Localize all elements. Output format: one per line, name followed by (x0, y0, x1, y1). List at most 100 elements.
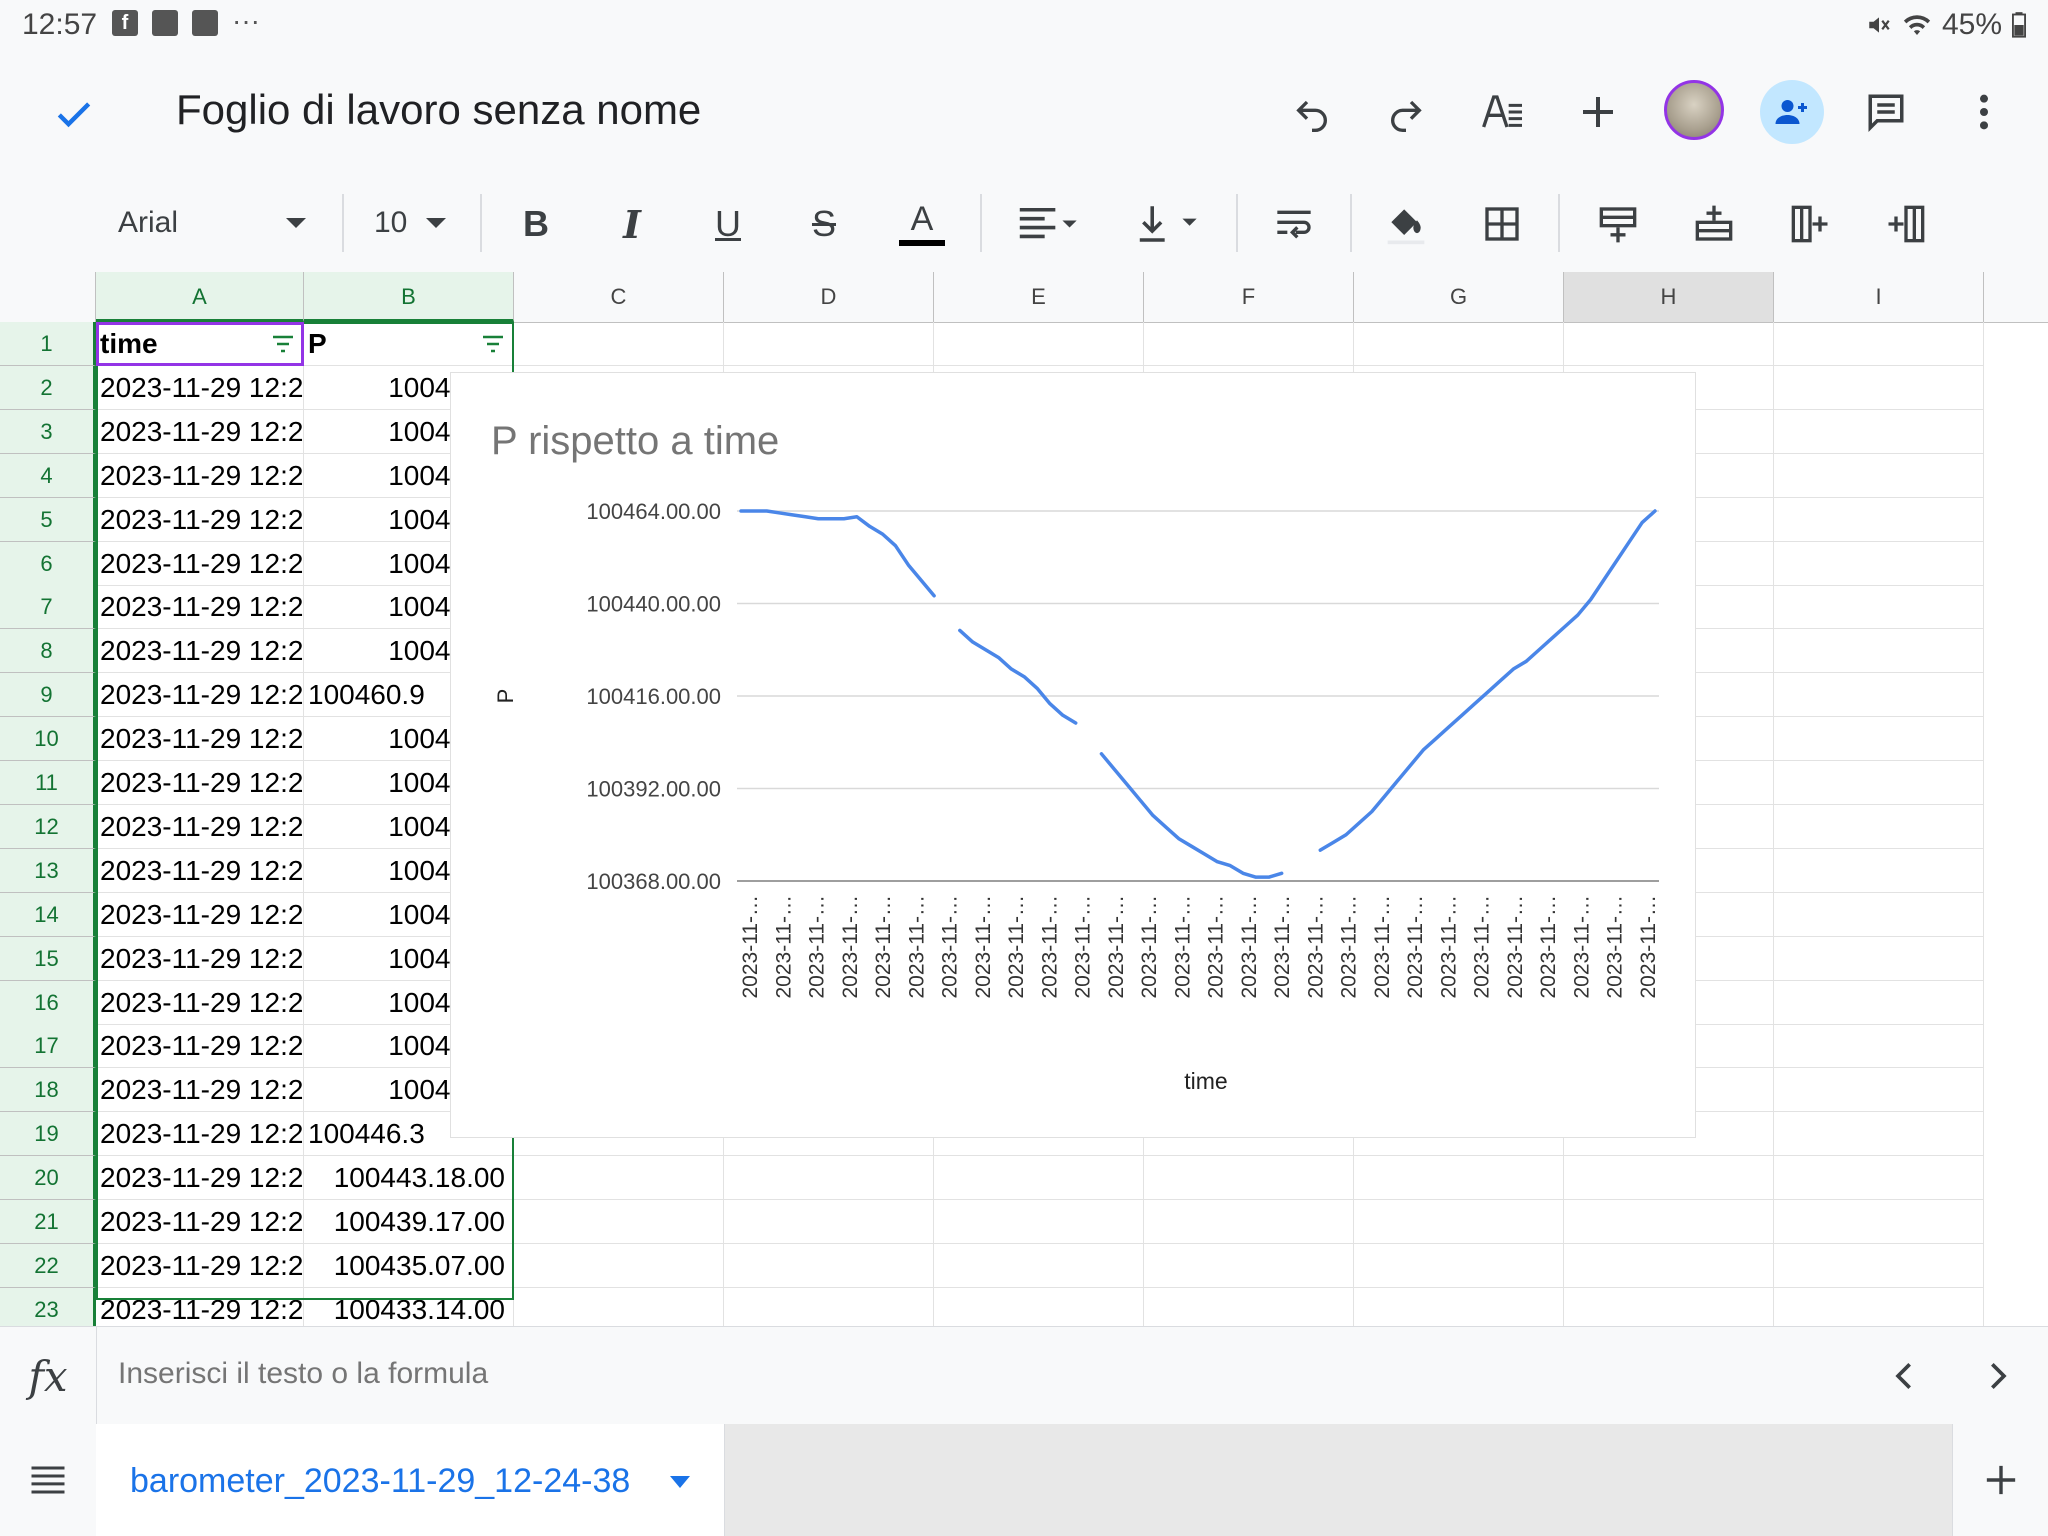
cell-time[interactable]: 2023-11-29 12:24 (96, 1287, 304, 1326)
row-header[interactable]: 8 (0, 629, 96, 674)
empty-cell[interactable] (1144, 322, 1354, 366)
empty-cell[interactable] (1774, 1024, 1984, 1069)
column-header-d[interactable]: D (724, 272, 934, 322)
vertical-align-button[interactable] (1130, 194, 1210, 254)
row-header[interactable]: 18 (0, 1068, 96, 1113)
row-header[interactable]: 3 (0, 409, 96, 454)
empty-cell[interactable] (1774, 1287, 1984, 1326)
header-cell-p[interactable]: P (304, 322, 514, 366)
insert-button[interactable] (1568, 82, 1628, 142)
strikethrough-button[interactable]: S (794, 194, 854, 254)
horizontal-align-button[interactable] (1010, 194, 1090, 254)
column-header-e[interactable]: E (934, 272, 1144, 322)
empty-cell[interactable] (1774, 936, 1984, 981)
row-header[interactable]: 22 (0, 1243, 96, 1288)
empty-cell[interactable] (1354, 1156, 1564, 1201)
empty-cell[interactable] (1774, 629, 1984, 674)
row-header[interactable]: 23 (0, 1287, 96, 1326)
document-title[interactable]: Foglio di lavoro senza nome (176, 86, 701, 134)
empty-cell[interactable] (1144, 1156, 1354, 1201)
row-header[interactable]: 4 (0, 453, 96, 498)
empty-cell[interactable] (1354, 322, 1564, 366)
row-header[interactable]: 5 (0, 497, 96, 542)
cell-time[interactable]: 2023-11-29 12:24 (96, 980, 304, 1025)
empty-cell[interactable] (724, 1156, 934, 1201)
empty-cell[interactable] (1564, 1200, 1774, 1244)
row-header[interactable]: 7 (0, 585, 96, 630)
row-header[interactable]: 11 (0, 761, 96, 805)
cell-time[interactable]: 2023-11-29 12:24 (96, 1156, 304, 1201)
column-header-f[interactable]: F (1144, 272, 1354, 322)
formula-input[interactable] (118, 1357, 1718, 1391)
empty-cell[interactable] (724, 1243, 934, 1288)
empty-cell[interactable] (1774, 453, 1984, 498)
sheet-tab[interactable]: barometer_2023-11-29_12-24-38 (96, 1424, 725, 1536)
cell-time[interactable]: 2023-11-29 12:24 (96, 804, 304, 849)
column-header-h[interactable]: H (1564, 272, 1774, 322)
more-options-button[interactable] (1954, 82, 2014, 142)
undo-button[interactable] (1282, 82, 1342, 142)
cell-time[interactable]: 2023-11-29 12:24 (96, 497, 304, 542)
share-button[interactable] (1760, 80, 1824, 144)
empty-cell[interactable] (1774, 1068, 1984, 1113)
underline-button[interactable]: U (698, 194, 758, 254)
cell-p[interactable]: 100443.18.00 (304, 1156, 514, 1201)
empty-cell[interactable] (1774, 761, 1984, 805)
empty-cell[interactable] (514, 322, 724, 366)
empty-cell[interactable] (1774, 1200, 1984, 1244)
cell-p[interactable]: 100435.07.00 (304, 1243, 514, 1288)
empty-cell[interactable] (1774, 980, 1984, 1025)
empty-cell[interactable] (724, 1200, 934, 1244)
empty-cell[interactable] (1774, 892, 1984, 937)
empty-cell[interactable] (724, 322, 934, 366)
empty-cell[interactable] (514, 1200, 724, 1244)
empty-cell[interactable] (1564, 1287, 1774, 1326)
empty-cell[interactable] (514, 1156, 724, 1201)
cell-time[interactable]: 2023-11-29 12:24 (96, 541, 304, 586)
empty-cell[interactable] (514, 1287, 724, 1326)
empty-cell[interactable] (1774, 365, 1984, 410)
empty-cell[interactable] (1564, 1243, 1774, 1288)
cell-time[interactable]: 2023-11-29 12:24 (96, 409, 304, 454)
empty-cell[interactable] (1354, 1287, 1564, 1326)
cell-time[interactable]: 2023-11-29 12:24 (96, 1112, 304, 1157)
sheets-menu-button[interactable] (0, 1424, 97, 1536)
empty-cell[interactable] (934, 1243, 1144, 1288)
empty-cell[interactable] (1564, 322, 1774, 366)
redo-button[interactable] (1376, 82, 1436, 142)
column-header-c[interactable]: C (514, 272, 724, 322)
cell-time[interactable]: 2023-11-29 12:24 (96, 761, 304, 805)
done-check-icon[interactable] (52, 92, 96, 136)
cell-time[interactable]: 2023-11-29 12:24 (96, 585, 304, 630)
row-header[interactable]: 16 (0, 980, 96, 1025)
bold-button[interactable]: B (506, 194, 566, 254)
empty-cell[interactable] (1774, 409, 1984, 454)
empty-cell[interactable] (724, 1287, 934, 1326)
line-chart[interactable]: P rispetto a time 100464.00.00 100440.00.… (450, 372, 1696, 1138)
chevron-down-icon[interactable] (670, 1476, 690, 1488)
insert-row-above-button[interactable] (1588, 194, 1648, 254)
borders-button[interactable] (1472, 194, 1532, 254)
column-header-a[interactable]: A (96, 272, 304, 322)
row-header[interactable]: 2 (0, 365, 96, 410)
text-wrap-button[interactable] (1264, 194, 1324, 254)
column-header-i[interactable]: I (1774, 272, 1984, 322)
cell-time[interactable]: 2023-11-29 12:24 (96, 629, 304, 674)
empty-cell[interactable] (1774, 804, 1984, 849)
filter-icon[interactable] (481, 334, 505, 354)
row-header[interactable]: 1 (0, 322, 96, 366)
empty-cell[interactable] (1774, 585, 1984, 630)
cell-time[interactable]: 2023-11-29 12:24 (96, 892, 304, 937)
empty-cell[interactable] (1144, 1287, 1354, 1326)
insert-row-below-button[interactable] (1684, 194, 1744, 254)
select-all-corner[interactable] (0, 272, 96, 322)
cell-time[interactable]: 2023-11-29 12:24 (96, 1068, 304, 1113)
header-cell-time[interactable]: time (96, 322, 304, 366)
row-header[interactable]: 17 (0, 1024, 96, 1069)
cell-time[interactable]: 2023-11-29 12:24 (96, 453, 304, 498)
empty-cell[interactable] (1774, 322, 1984, 366)
text-color-button[interactable]: A (892, 194, 952, 254)
row-header[interactable]: 21 (0, 1200, 96, 1244)
user-avatar[interactable] (1664, 80, 1724, 140)
cell-time[interactable]: 2023-11-29 12:24 (96, 1243, 304, 1288)
